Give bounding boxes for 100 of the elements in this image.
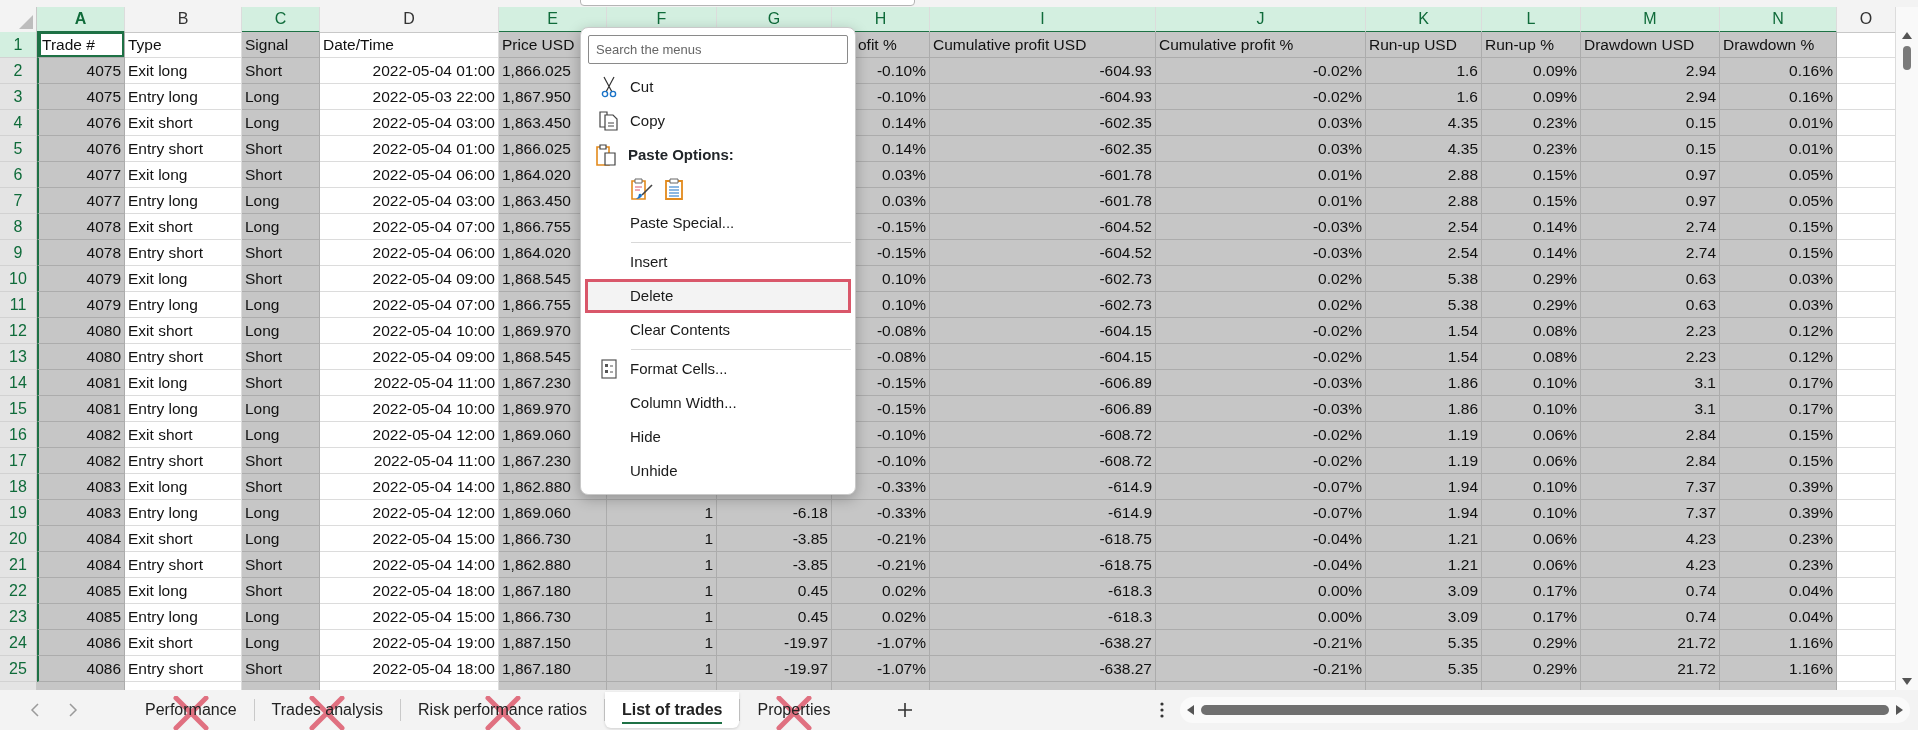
table-cell[interactable]: 0.45 xyxy=(717,604,832,630)
column-header[interactable]: O xyxy=(1837,7,1896,33)
row-header[interactable]: 12 xyxy=(0,318,37,344)
column-header[interactable]: K xyxy=(1366,7,1482,33)
table-cell[interactable]: 0.02% xyxy=(1156,292,1366,318)
table-cell[interactable]: 0.15% xyxy=(1720,214,1837,240)
table-cell[interactable]: Short xyxy=(242,344,320,370)
table-cell[interactable]: 1.6 xyxy=(1366,58,1482,84)
table-cell[interactable]: 0.97 xyxy=(1581,162,1720,188)
table-cell[interactable]: 0.63 xyxy=(1581,266,1720,292)
table-cell[interactable]: 0.10% xyxy=(1482,396,1581,422)
table-cell[interactable]: 0.06% xyxy=(1482,422,1581,448)
table-cell[interactable]: 4084 xyxy=(37,526,125,552)
header-cell[interactable]: Signal xyxy=(242,32,320,58)
table-cell[interactable]: 4079 xyxy=(37,292,125,318)
table-cell[interactable]: 5.38 xyxy=(1366,266,1482,292)
table-cell[interactable]: -0.02% xyxy=(1156,422,1366,448)
table-cell[interactable]: 1.19 xyxy=(1366,448,1482,474)
table-cell[interactable]: 4082 xyxy=(37,422,125,448)
table-cell[interactable]: 0.14% xyxy=(1482,240,1581,266)
table-cell[interactable]: 1.54 xyxy=(1366,318,1482,344)
table-cell[interactable]: Long xyxy=(242,318,320,344)
row-header[interactable]: 7 xyxy=(0,188,37,214)
table-cell[interactable]: 1 xyxy=(607,630,717,656)
table-cell[interactable]: -0.03% xyxy=(1156,214,1366,240)
table-cell[interactable]: -604.15 xyxy=(930,318,1156,344)
table-cell[interactable]: 3.09 xyxy=(1366,578,1482,604)
table-cell[interactable]: 0.17% xyxy=(1720,370,1837,396)
column-header[interactable]: I xyxy=(930,7,1156,33)
row-header[interactable]: 20 xyxy=(0,526,37,552)
table-cell[interactable]: 4080 xyxy=(37,318,125,344)
header-cell[interactable]: Trade # xyxy=(37,32,125,58)
table-cell[interactable]: -3.85 xyxy=(717,526,832,552)
row-header[interactable]: 25 xyxy=(0,656,37,682)
column-header[interactable]: M xyxy=(1581,7,1720,33)
table-cell[interactable]: Long xyxy=(242,500,320,526)
table-cell[interactable]: 0.06% xyxy=(1482,448,1581,474)
table-cell[interactable]: 0.10% xyxy=(1482,474,1581,500)
table-cell[interactable]: 21.72 xyxy=(1581,630,1720,656)
table-cell[interactable]: 0.00% xyxy=(1156,604,1366,630)
table-cell[interactable]: 0.23% xyxy=(1720,526,1837,552)
row-header[interactable]: 17 xyxy=(0,448,37,474)
column-header[interactable]: J xyxy=(1156,7,1366,33)
table-cell[interactable]: -0.02% xyxy=(1156,448,1366,474)
table-cell[interactable]: 0.03% xyxy=(1720,266,1837,292)
table-cell[interactable]: 2.94 xyxy=(1581,58,1720,84)
row-header[interactable]: 6 xyxy=(0,162,37,188)
table-cell[interactable]: 0.06% xyxy=(1482,526,1581,552)
table-cell[interactable]: 2.84 xyxy=(1581,448,1720,474)
table-cell[interactable]: -618.3 xyxy=(930,604,1156,630)
table-cell[interactable]: 2.23 xyxy=(1581,344,1720,370)
table-cell[interactable]: 5.38 xyxy=(1366,292,1482,318)
column-header[interactable]: L xyxy=(1482,7,1581,33)
row-header[interactable]: 4 xyxy=(0,110,37,136)
table-cell[interactable]: 0.15% xyxy=(1482,188,1581,214)
header-cell[interactable]: Run-up USD xyxy=(1366,32,1482,58)
table-cell[interactable]: -614.9 xyxy=(930,474,1156,500)
table-cell[interactable]: 4082 xyxy=(37,448,125,474)
table-cell[interactable]: -0.21% xyxy=(1156,656,1366,682)
table-cell[interactable]: 1.21 xyxy=(1366,552,1482,578)
table-cell[interactable]: 2.54 xyxy=(1366,214,1482,240)
table-cell[interactable]: 2.54 xyxy=(1366,240,1482,266)
table-cell[interactable]: 1.86 xyxy=(1366,370,1482,396)
horizontal-scrollbar[interactable] xyxy=(1180,697,1910,723)
table-cell[interactable]: 2.74 xyxy=(1581,214,1720,240)
table-cell[interactable]: -618.3 xyxy=(930,578,1156,604)
table-cell[interactable]: 4077 xyxy=(37,162,125,188)
table-cell[interactable]: 3.1 xyxy=(1581,396,1720,422)
table-cell[interactable]: 0.03% xyxy=(1720,292,1837,318)
table-cell[interactable]: -0.03% xyxy=(1156,396,1366,422)
table-cell[interactable]: 1.86 xyxy=(1366,396,1482,422)
table-cell[interactable]: 7.37 xyxy=(1581,474,1720,500)
column-header[interactable]: C xyxy=(242,7,320,33)
table-cell[interactable]: Short xyxy=(242,58,320,84)
table-cell[interactable]: -604.52 xyxy=(930,214,1156,240)
table-cell[interactable]: -604.93 xyxy=(930,58,1156,84)
table-cell[interactable]: Long xyxy=(242,630,320,656)
table-cell[interactable]: -19.97 xyxy=(717,630,832,656)
table-cell[interactable]: -602.35 xyxy=(930,110,1156,136)
table-cell[interactable]: 0.02% xyxy=(1156,266,1366,292)
table-cell[interactable]: 1 xyxy=(607,526,717,552)
table-cell[interactable]: -618.75 xyxy=(930,526,1156,552)
table-cell[interactable]: Short xyxy=(242,266,320,292)
table-cell[interactable]: 0.02% xyxy=(832,578,930,604)
table-cell[interactable]: 0.17% xyxy=(1482,578,1581,604)
table-cell[interactable]: -3.85 xyxy=(717,552,832,578)
table-cell[interactable]: -618.75 xyxy=(930,552,1156,578)
table-cell[interactable]: -0.21% xyxy=(1156,630,1366,656)
table-cell[interactable]: 0.01% xyxy=(1156,162,1366,188)
table-cell[interactable]: 0.09% xyxy=(1482,58,1581,84)
table-cell[interactable]: Short xyxy=(242,552,320,578)
table-cell[interactable]: -608.72 xyxy=(930,422,1156,448)
table-cell[interactable]: 4.35 xyxy=(1366,110,1482,136)
row-header[interactable]: 11 xyxy=(0,292,37,318)
table-cell[interactable]: 4086 xyxy=(37,656,125,682)
table-cell[interactable]: Long xyxy=(242,292,320,318)
row-header[interactable]: 22 xyxy=(0,578,37,604)
table-cell[interactable]: -0.21% xyxy=(832,526,930,552)
table-cell[interactable]: Short xyxy=(242,448,320,474)
table-cell[interactable]: 0.39% xyxy=(1720,500,1837,526)
